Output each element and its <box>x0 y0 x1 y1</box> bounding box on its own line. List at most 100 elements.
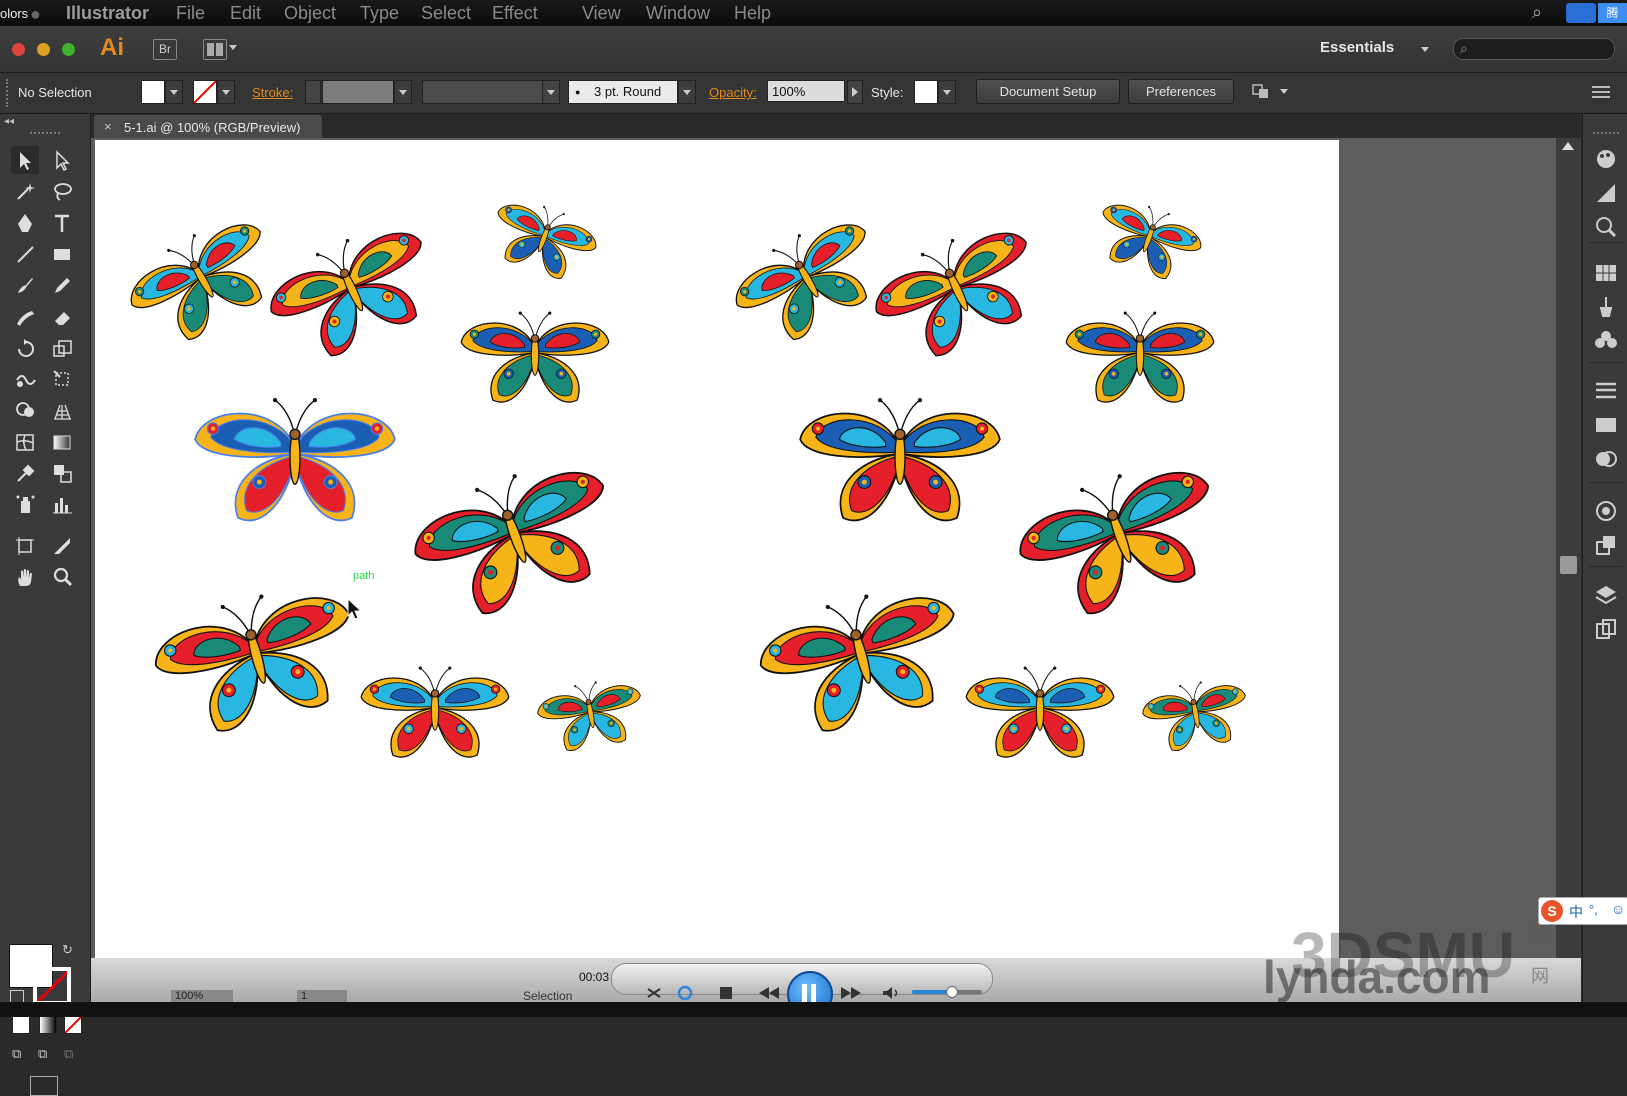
eraser-icon[interactable] <box>48 303 76 331</box>
gradient-panel-icon[interactable] <box>1593 412 1619 438</box>
variable-width-dropdown[interactable] <box>542 80 560 104</box>
type-icon[interactable] <box>48 209 76 237</box>
menu-edit[interactable]: Edit <box>230 3 261 24</box>
menu-effect[interactable]: Effect <box>492 3 538 24</box>
variable-width-profile[interactable] <box>422 80 544 104</box>
panel-menu-icon[interactable] <box>1592 85 1610 99</box>
preferences-button[interactable]: Preferences <box>1128 79 1234 104</box>
fill-dropdown[interactable] <box>165 80 183 104</box>
pen-icon[interactable] <box>11 209 39 237</box>
scale-icon[interactable] <box>48 334 76 362</box>
color-mode-button[interactable] <box>12 1016 30 1034</box>
tools-grip[interactable] <box>30 132 60 138</box>
document-setup-button[interactable]: Document Setup <box>976 79 1120 104</box>
butterfly-right-6[interactable] <box>1006 447 1235 630</box>
pencil-icon[interactable] <box>48 271 76 299</box>
stroke-weight-dropdown[interactable] <box>394 80 412 104</box>
menu-type[interactable]: Type <box>360 3 399 24</box>
gradient-mode-button[interactable] <box>39 1016 57 1034</box>
apple-icon[interactable]: ● <box>30 4 41 25</box>
graphic-style-dropdown[interactable] <box>938 80 956 104</box>
eyedropper-icon[interactable] <box>11 459 39 487</box>
stroke-weight-stepper[interactable] <box>305 80 321 104</box>
scroll-up-icon[interactable] <box>1562 142 1574 150</box>
ime-toolbar[interactable]: S 中 °, ☺ <box>1538 897 1627 925</box>
rotate-icon[interactable] <box>11 334 39 362</box>
isolate-dropdown-icon[interactable] <box>1280 89 1288 94</box>
menu-window[interactable]: Window <box>646 3 710 24</box>
draw-inside-icon[interactable]: ⧉ <box>64 1046 73 1062</box>
hand-icon[interactable] <box>11 563 39 591</box>
isolate-selection-icon[interactable] <box>1250 81 1272 101</box>
butterfly-right-3[interactable] <box>1088 192 1208 288</box>
menu-object[interactable]: Object <box>284 3 336 24</box>
brushes-panel-icon[interactable] <box>1593 294 1619 320</box>
butterfly-right-4[interactable] <box>1065 311 1215 403</box>
volume-slider[interactable] <box>912 986 982 998</box>
menu-help[interactable]: Help <box>734 3 771 24</box>
ime-mode-label[interactable]: 中 <box>1569 902 1583 922</box>
arrange-dropdown-icon[interactable] <box>229 45 237 50</box>
workspace-switcher[interactable]: Essentials <box>1320 39 1394 56</box>
appearance-panel-icon[interactable] <box>1593 498 1619 524</box>
stroke-dropdown[interactable] <box>217 80 235 104</box>
ime-emoji-icon[interactable]: ☺ <box>1611 901 1625 917</box>
artboard-icon[interactable] <box>11 532 39 560</box>
opacity-input[interactable]: 100% <box>767 80 845 102</box>
drawing-modes[interactable]: ⧉ ⧉ ⧉ <box>12 1046 80 1064</box>
ime-punctuation-label[interactable]: °, <box>1589 902 1598 917</box>
stroke-weight-input[interactable] <box>322 80 394 104</box>
draw-normal-icon[interactable]: ⧉ <box>12 1046 21 1062</box>
butterfly-group-right[interactable] <box>722 192 1253 758</box>
swap-fill-stroke-icon[interactable]: ↻ <box>62 942 73 958</box>
stroke-color-box[interactable] <box>33 967 71 1005</box>
arrange-documents-icon[interactable] <box>203 39 227 60</box>
butterfly-left-2[interactable] <box>257 211 449 372</box>
menu-view[interactable]: View <box>582 3 621 24</box>
symbol-sprayer-icon[interactable] <box>11 490 39 518</box>
close-tab-icon[interactable]: × <box>104 119 112 134</box>
butterfly-left-3[interactable] <box>483 192 603 288</box>
butterfly-right-2[interactable] <box>862 211 1054 372</box>
transparency-panel-icon[interactable] <box>1593 446 1619 472</box>
artboard[interactable]: path <box>95 140 1339 958</box>
butterfly-left-4[interactable] <box>460 311 610 403</box>
screen-mode-icon[interactable] <box>30 1076 58 1096</box>
bridge-button[interactable]: Br <box>153 39 177 60</box>
none-mode-button[interactable] <box>64 1016 82 1034</box>
slice-icon[interactable] <box>48 532 76 560</box>
butterfly-right-5[interactable] <box>799 397 1001 522</box>
butterfly-group-left[interactable] <box>117 192 648 758</box>
tray-label[interactable]: 腾 <box>1598 3 1627 23</box>
opacity-label[interactable]: Opacity: <box>709 85 757 100</box>
sogou-icon[interactable]: S <box>1541 900 1563 922</box>
butterfly-left-6[interactable] <box>401 447 630 630</box>
stroke-panel-icon[interactable] <box>1593 378 1619 404</box>
opacity-slider-button[interactable] <box>847 80 863 104</box>
mesh-icon[interactable] <box>11 428 39 456</box>
butterfly-left-9[interactable] <box>534 674 648 755</box>
fill-swatch[interactable] <box>141 80 165 104</box>
brush-definition[interactable]: ● 3 pt. Round <box>568 80 678 104</box>
stroke-swatch[interactable] <box>193 80 217 104</box>
warp-icon[interactable] <box>11 365 39 393</box>
rectangle-icon[interactable] <box>48 240 76 268</box>
stroke-label[interactable]: Stroke: <box>252 85 293 100</box>
dock-grip[interactable] <box>1593 132 1619 138</box>
butterfly-left-8[interactable] <box>360 666 510 758</box>
line-icon[interactable] <box>11 240 39 268</box>
lasso-icon[interactable] <box>48 177 76 205</box>
butterfly-right-9[interactable] <box>1139 674 1253 755</box>
color-panel-icon[interactable] <box>1593 146 1619 172</box>
maximize-window-button[interactable] <box>62 43 75 56</box>
graphic-styles-icon[interactable] <box>1593 532 1619 558</box>
blend-icon[interactable] <box>48 459 76 487</box>
menu-app-name[interactable]: Illustrator <box>66 3 149 24</box>
kuler-icon[interactable] <box>1593 214 1619 240</box>
panel-grip[interactable] <box>6 79 11 107</box>
shape-builder-icon[interactable] <box>11 396 39 424</box>
swatches-panel-icon[interactable] <box>1593 260 1619 286</box>
paintbrush-icon[interactable] <box>11 271 39 299</box>
brush-dropdown[interactable] <box>678 80 696 104</box>
butterfly-left-7[interactable] <box>145 574 370 744</box>
